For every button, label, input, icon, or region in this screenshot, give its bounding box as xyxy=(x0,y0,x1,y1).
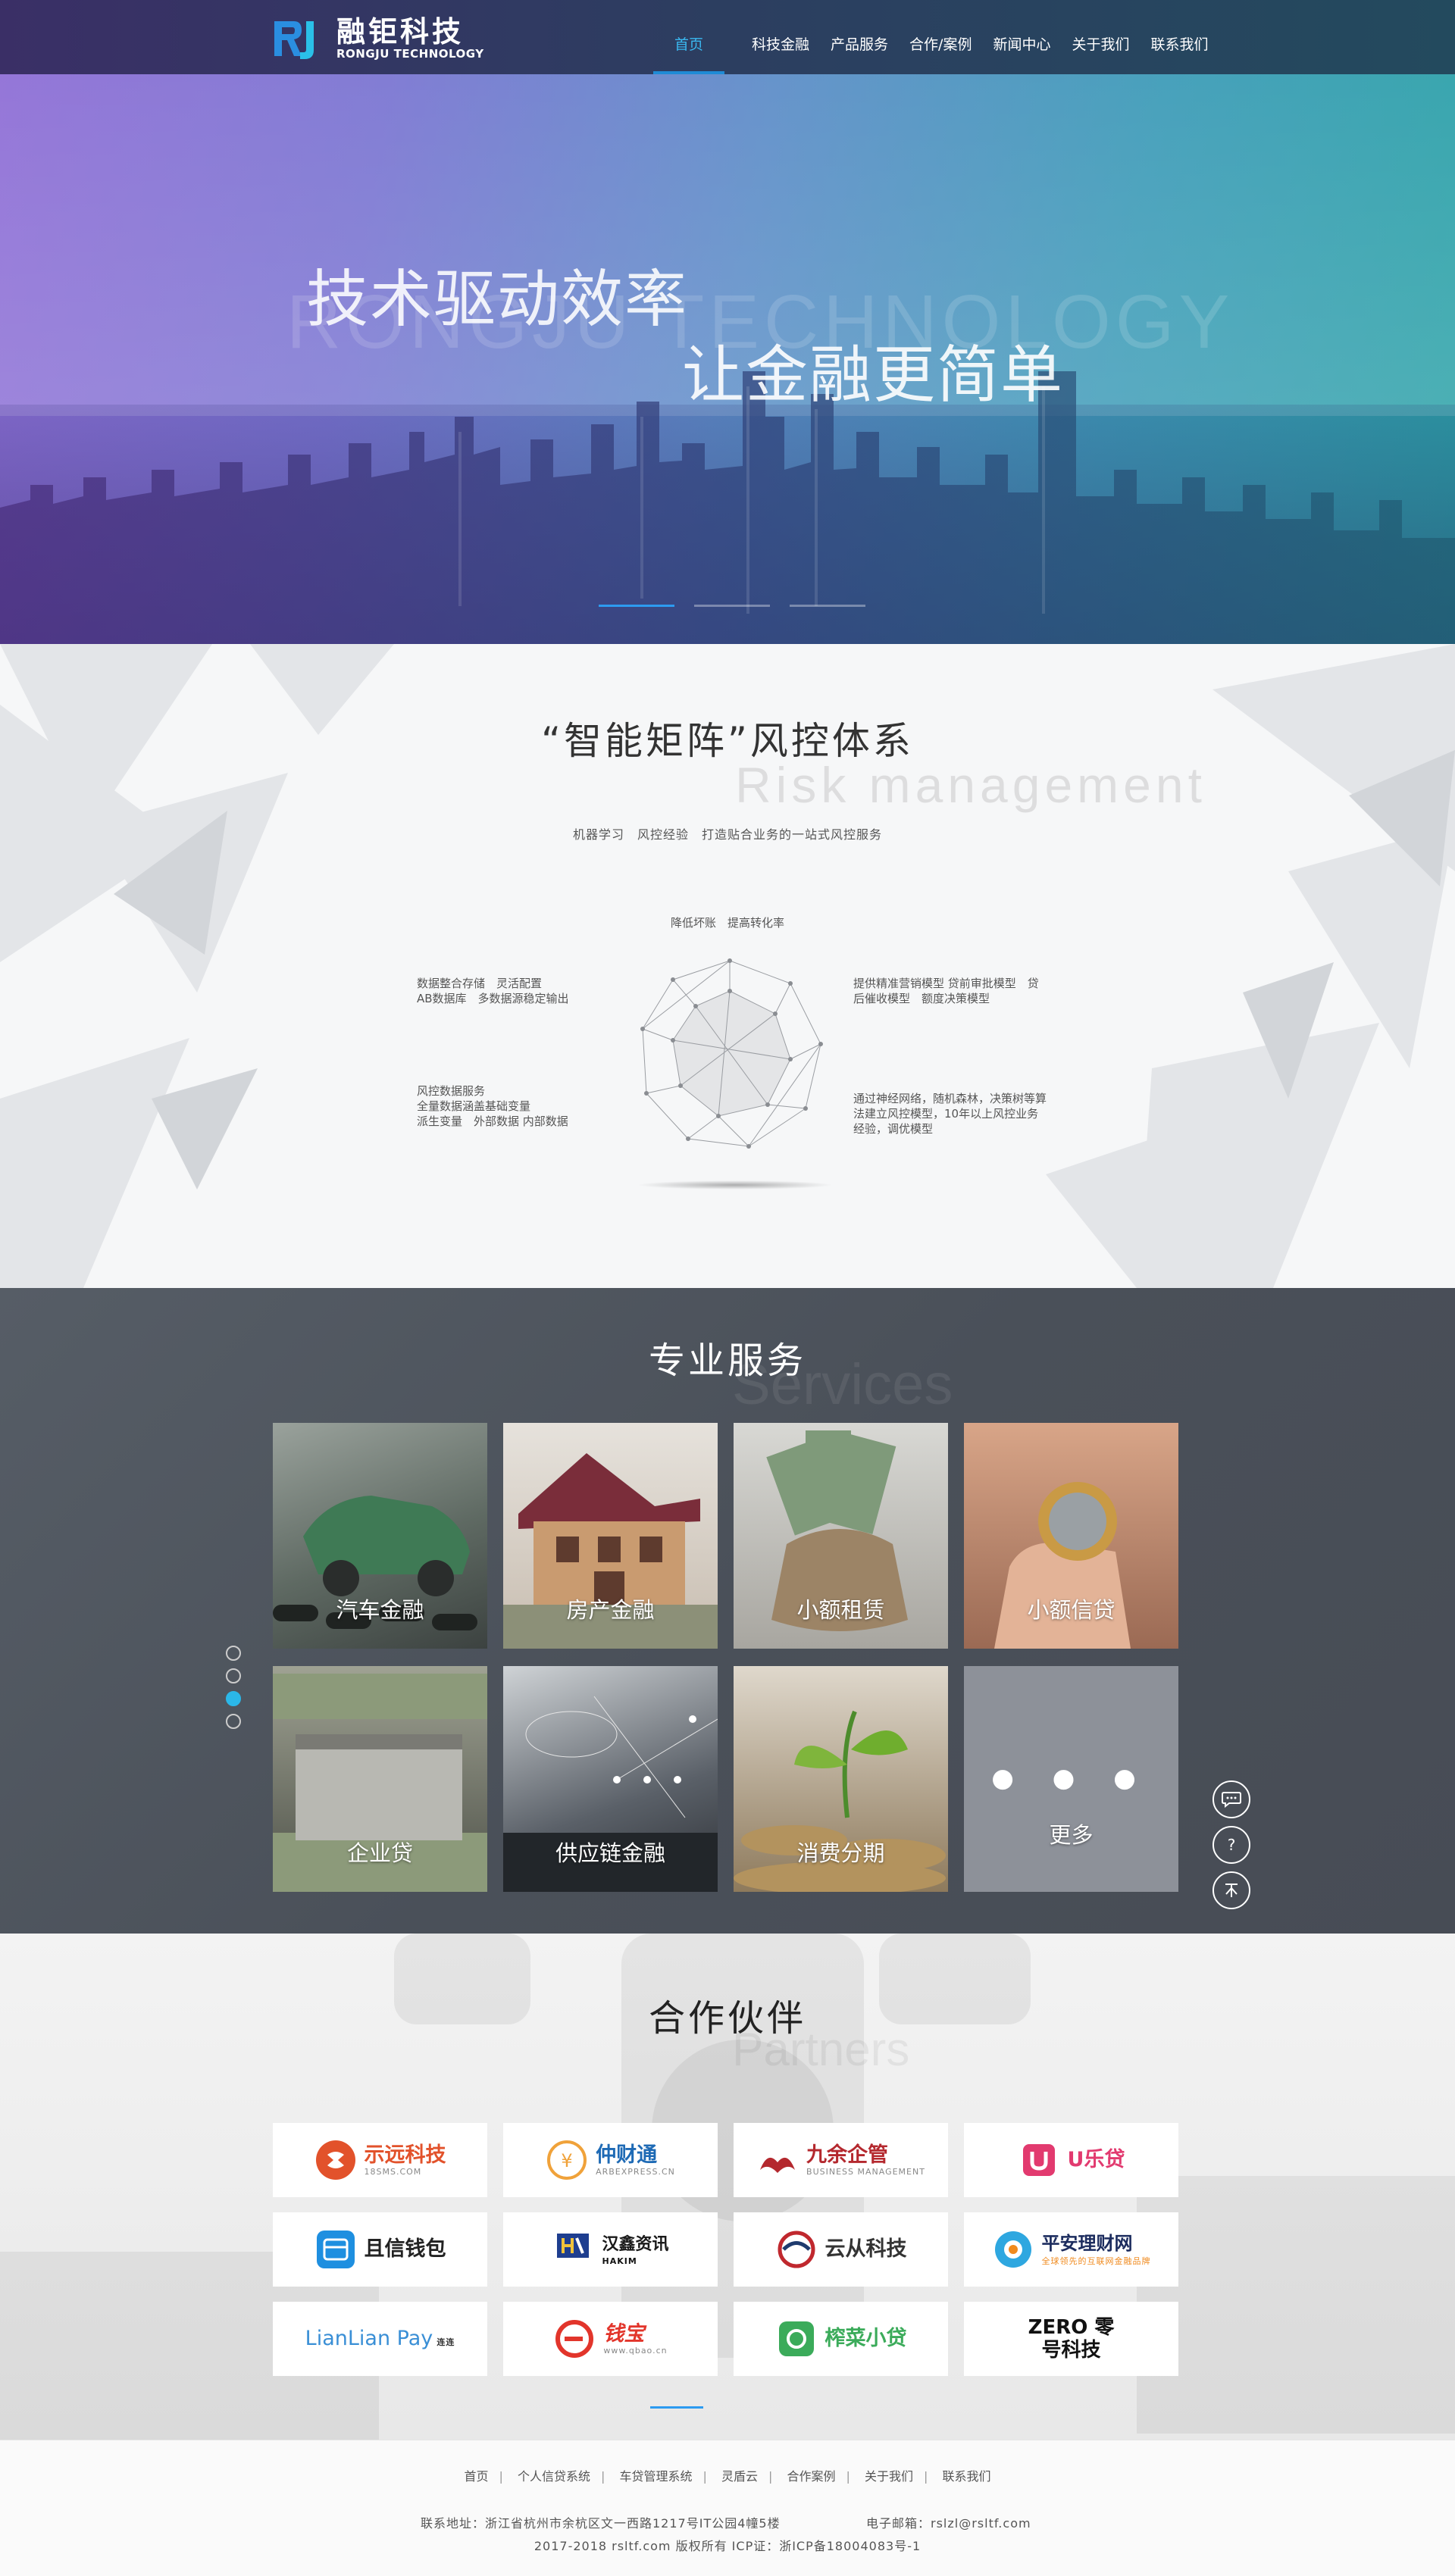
footer-email[interactable]: 电子邮箱：rslzl@rsltf.com xyxy=(866,2513,1031,2531)
risk-feature-right-top: 提供精准营销模型 贷前审批模型 贷 后催收模型 额度决策模型 xyxy=(853,977,1039,1005)
floating-toolbar: ? xyxy=(1212,1780,1250,1909)
u-ledai-logo-icon xyxy=(1018,2139,1060,2181)
nav-about[interactable]: 关于我们 xyxy=(1061,0,1140,74)
footer-address: 联系地址：浙江省杭州市余杭区文一西路1217号IT公园4幢5楼 xyxy=(421,2516,781,2531)
partner-logo[interactable]: 示远科技 18SMS.COM xyxy=(273,2123,487,2197)
footer-link-personal-credit[interactable]: 个人信贷系统 xyxy=(518,2469,590,2484)
services-pager-dot[interactable] xyxy=(226,1714,241,1729)
risk-feature-left-top: 数据整合存储 灵活配置 AB数据库 多数据源稳定输出 xyxy=(417,977,569,1005)
service-car-finance[interactable]: 汽车金融 xyxy=(273,1423,487,1649)
service-label: 消费分期 xyxy=(796,1840,885,1866)
partner-logo[interactable]: U乐贷 xyxy=(964,2123,1178,2197)
risk-subtitle: 机器学习 风控经验 打造贴合业务的一站式风控服务 xyxy=(572,827,882,842)
hero-pager xyxy=(599,605,865,607)
partner-logo[interactable]: 钱宝 www.qbao.cn xyxy=(503,2302,718,2376)
partners-pager-line[interactable] xyxy=(650,2406,703,2409)
nav-cases[interactable]: 合作/案例 xyxy=(899,0,982,74)
nav-products[interactable]: 产品服务 xyxy=(820,0,899,74)
pingan-licai-logo-icon xyxy=(992,2228,1034,2271)
partner-logo[interactable]: ¥ 仲财通 ARBEXPRESS.CN xyxy=(503,2123,718,2197)
hakim-logo-icon xyxy=(552,2228,594,2271)
yuncong-logo-icon xyxy=(775,2228,818,2271)
main-nav: 首页 科技金融 产品服务 合作/案例 新闻中心 关于我们 联系我们 xyxy=(653,0,1219,74)
zhacai-logo-icon xyxy=(775,2318,818,2360)
more-dots-icon: ● ● ● xyxy=(991,1763,1151,1793)
services-grid: 汽车金融 房产金融 小额租赁 小额信贷 企业贷 供应链金融 消费分期 ● ● ●… xyxy=(273,1423,1178,1892)
logo-mark-icon xyxy=(271,17,330,61)
footer-copyright: 2017-2018 rsltf.com 版权所有 ICP证：浙ICP备18004… xyxy=(534,2539,922,2553)
partner-logo[interactable]: 榨菜小贷 xyxy=(734,2302,948,2376)
footer-link-home[interactable]: 首页 xyxy=(464,2469,488,2484)
service-business-loan[interactable]: 企业贷 xyxy=(273,1666,487,1892)
footer-link-lingdun[interactable]: 灵盾云 xyxy=(721,2469,758,2484)
services-pager-dot[interactable] xyxy=(226,1646,241,1661)
risk-feature-top: 降低坏账 提高转化率 xyxy=(670,916,784,930)
help-icon[interactable]: ? xyxy=(1212,1826,1250,1864)
service-installment[interactable]: 消费分期 xyxy=(734,1666,948,1892)
site-footer: 首页 | 个人信贷系统 | 车贷管理系统 | 灵盾云 | 合作案例 | 关于我们 | 联系我… xyxy=(0,2440,1455,2576)
service-label: 企业贷 xyxy=(346,1840,413,1866)
service-label: 更多 xyxy=(1049,1822,1094,1848)
jiuyu-logo-icon xyxy=(756,2139,799,2181)
hero-pager-dot[interactable] xyxy=(694,605,770,607)
nav-fintech[interactable]: 科技金融 xyxy=(741,0,820,74)
footer-link-about[interactable]: 关于我们 xyxy=(865,2469,913,2484)
risk-feature-right-bottom: 通过神经网络，随机森林，决策树等算 法建立风控模型，10年以上风控业务 经验，调… xyxy=(853,1092,1047,1136)
service-label: 小额信贷 xyxy=(1027,1597,1116,1623)
logo[interactable]: 融钜科技 RONGJU TECHNOLOGY xyxy=(271,17,484,61)
services-pager xyxy=(226,1646,241,1729)
partner-logo[interactable]: LianLian Pay 连连 xyxy=(273,2302,487,2376)
hero-banner: RONGJU TECHNOLOGY 技术驱动效率 让金融更简单 xyxy=(0,74,1455,644)
qianbao-logo-icon xyxy=(553,2318,596,2360)
footer-links: 首页 | 个人信贷系统 | 车贷管理系统 | 灵盾云 | 合作案例 | 关于我们 | 联系我… xyxy=(464,2469,991,2484)
hero-pager-dot[interactable] xyxy=(599,605,674,607)
svg-text:¥: ¥ xyxy=(561,2150,572,2171)
service-label: 汽车金融 xyxy=(336,1597,424,1623)
zhongcaitong-logo-icon: ¥ xyxy=(546,2139,588,2181)
network-sphere-icon xyxy=(640,958,823,1149)
risk-title: “智能矩阵”风控体系 xyxy=(541,719,914,763)
partner-logo[interactable]: 云从科技 xyxy=(734,2212,948,2287)
risk-feature-left-bottom: 风控数据服务 全量数据涵盖基础变量 派生变量 外部数据 内部数据 xyxy=(417,1084,568,1128)
hero-pager-dot[interactable] xyxy=(790,605,865,607)
service-more[interactable]: ● ● ● 更多 xyxy=(964,1666,1178,1892)
service-real-estate[interactable]: 房产金融 xyxy=(503,1423,718,1649)
nav-contact[interactable]: 联系我们 xyxy=(1140,0,1219,74)
service-label: 供应链金融 xyxy=(555,1840,665,1866)
hero-title-line1: 技术驱动效率 xyxy=(306,264,689,336)
service-supply-chain[interactable]: 供应链金融 xyxy=(503,1666,718,1892)
services-title: 专业服务 xyxy=(648,1340,806,1382)
partner-logo[interactable]: 九余企管 BUSINESS MANAGEMENT xyxy=(734,2123,948,2197)
partner-logo[interactable]: 且信钱包 xyxy=(273,2212,487,2287)
footer-link-contact[interactable]: 联系我们 xyxy=(942,2469,990,2484)
partner-logo[interactable]: ZERO 零号科技 xyxy=(964,2302,1178,2376)
service-label: 房产金融 xyxy=(566,1597,655,1623)
services-pager-dot[interactable] xyxy=(226,1668,241,1683)
footer-link-car-loan[interactable]: 车贷管理系统 xyxy=(619,2469,692,2484)
partners-section: Partners 合作伙伴 示远科技 18SMS.COM ¥ 仲财通 ARBEXPR… xyxy=(0,1934,1455,2440)
hero-title-line2: 让金融更简单 xyxy=(682,339,1065,411)
back-to-top-icon[interactable] xyxy=(1212,1871,1250,1909)
service-micro-leasing[interactable]: 小额租赁 xyxy=(734,1423,948,1649)
logo-name: 融钜科技 xyxy=(336,15,465,48)
shiyuan-logo-icon xyxy=(314,2139,357,2181)
partner-logo[interactable]: 汉鑫资讯 HAKIM xyxy=(503,2212,718,2287)
logo-english-name: RONGJU TECHNOLOGY xyxy=(336,47,484,61)
partner-logo[interactable]: 平安理财网 全球领先的互联网金融品牌 xyxy=(964,2212,1178,2287)
partners-grid: 示远科技 18SMS.COM ¥ 仲财通 ARBEXPRESS.CN 九余企管 BUS… xyxy=(273,2123,1178,2376)
chat-icon[interactable] xyxy=(1212,1780,1250,1818)
nav-news[interactable]: 新闻中心 xyxy=(982,0,1061,74)
services-pager-dot[interactable] xyxy=(226,1691,241,1706)
service-label: 小额租赁 xyxy=(796,1597,885,1623)
partners-title: 合作伙伴 xyxy=(648,1997,806,2040)
qiexin-wallet-logo-icon xyxy=(314,2228,357,2271)
footer-link-cases[interactable]: 合作案例 xyxy=(787,2469,835,2484)
site-header: 融钜科技 RONGJU TECHNOLOGY 首页 科技金融 产品服务 合作/案… xyxy=(0,0,1455,74)
risk-section: Risk management “智能矩阵”风控体系 机器学习 风控经验 打造贴… xyxy=(0,644,1455,1288)
service-micro-credit[interactable]: 小额信贷 xyxy=(964,1423,1178,1649)
nav-home[interactable]: 首页 xyxy=(653,0,725,74)
